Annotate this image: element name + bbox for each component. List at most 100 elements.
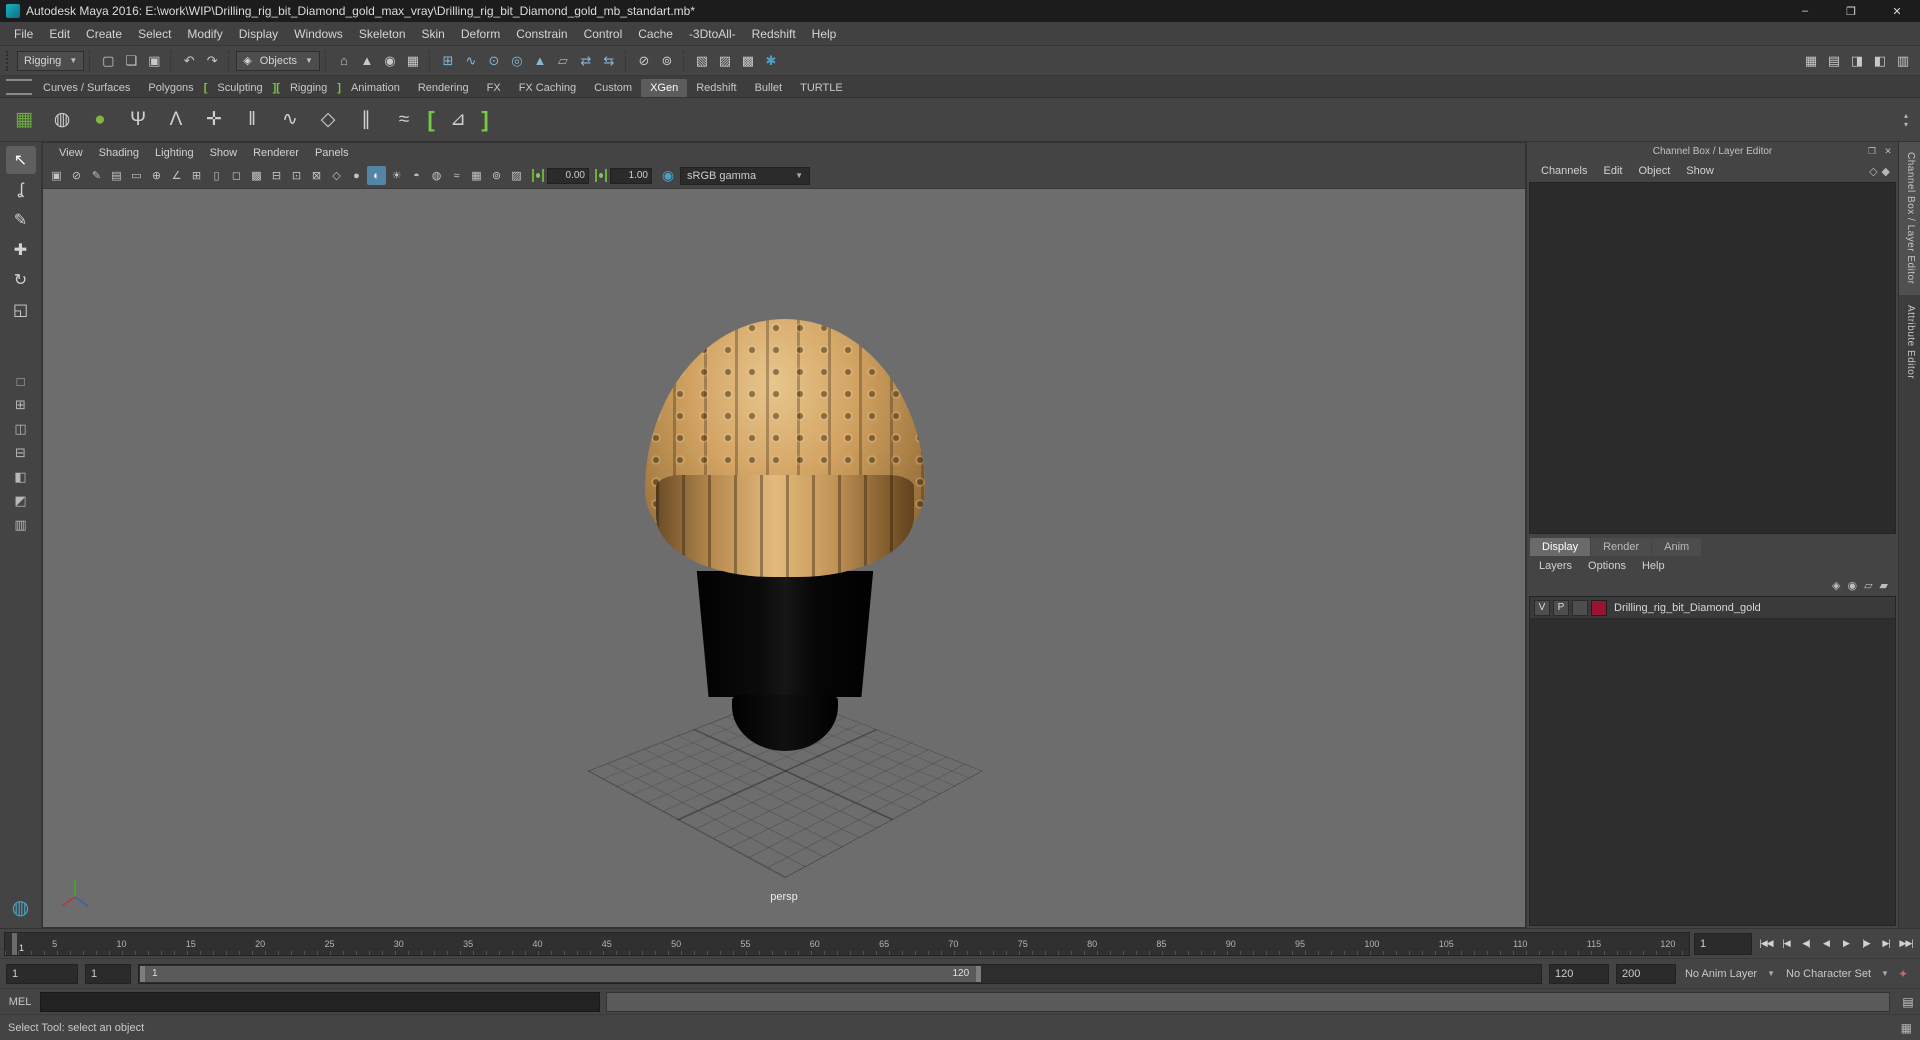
shelf-scroll-up-icon[interactable]: ▴ (1898, 111, 1914, 120)
close-button[interactable]: ✕ (1874, 0, 1920, 22)
scale-tool-icon[interactable]: ◱ (6, 296, 36, 324)
xgen-attach-description-icon[interactable]: Λ (160, 104, 192, 136)
select-object-mode-icon[interactable]: ▲ (356, 50, 378, 72)
step-back-key-button[interactable]: ◀| (1796, 934, 1816, 954)
menu-item[interactable]: Control (576, 22, 631, 46)
layer-tab-render[interactable]: Render (1591, 538, 1652, 556)
status-divider[interactable] (228, 50, 231, 71)
layout-single-pane-icon[interactable]: □ (7, 370, 35, 392)
shelf-tab-redshift[interactable]: Redshift (687, 79, 745, 97)
time-slider-track[interactable]: 5 10 15 20 25 30 35 40 45 50 55 60 65 70 75 80 85 90 95 100… (4, 931, 1690, 956)
safe-action-icon[interactable]: ⊡ (287, 166, 306, 185)
script-editor-icon[interactable]: ▤ (1896, 995, 1920, 1009)
lock-selection-icon[interactable]: ⊘ (633, 50, 655, 72)
modeling-toolkit-toggle-icon[interactable]: ▦ (1800, 50, 1822, 72)
select-hierarchy-mode-icon[interactable]: ⌂ (333, 50, 355, 72)
channel-slider-mode-icon[interactable]: ◇ (1869, 165, 1877, 178)
select-component-mode-icon[interactable]: ◉ (379, 50, 401, 72)
lasso-select-tool-icon[interactable]: ʆ (6, 176, 36, 204)
menu-item[interactable]: Windows (286, 22, 351, 46)
panel-menu-item[interactable]: Shading (91, 147, 147, 159)
layer-tab-anim[interactable]: Anim (1652, 538, 1702, 556)
side-tab-channel-box[interactable]: Channel Box / Layer Editor (1899, 142, 1920, 295)
maximize-button[interactable]: ❐ (1828, 0, 1874, 22)
current-time-indicator[interactable] (12, 932, 17, 955)
gamma-field[interactable]: 1.00 (610, 167, 652, 184)
range-slider-track[interactable]: 1 120 (138, 963, 1542, 984)
channel-box-toggle-icon[interactable]: ▥ (1892, 50, 1914, 72)
playback-range-bar[interactable]: 1 120 (140, 965, 982, 982)
shelf-scroll-down-icon[interactable]: ▾ (1898, 120, 1914, 129)
undo-icon[interactable]: ↶ (178, 50, 200, 72)
two-d-pan-zoom-icon[interactable]: ⊕ (147, 166, 166, 185)
status-divider[interactable] (624, 50, 628, 71)
xgen-sculpt-guides-icon[interactable]: ∿ (274, 104, 306, 136)
xgen-create-description-icon[interactable]: ◍ (46, 104, 78, 136)
snap-to-points-icon[interactable]: ⊙ (483, 50, 505, 72)
close-panel-icon[interactable]: ✕ (1880, 143, 1896, 159)
render-view-icon[interactable]: ▧ (691, 50, 713, 72)
rotate-tool-icon[interactable]: ↻ (6, 266, 36, 294)
occlusion-icon[interactable]: ◍ (427, 166, 446, 185)
layer-playback-toggle[interactable]: P (1553, 599, 1569, 616)
gamma-toggle-icon[interactable] (595, 169, 607, 182)
menu-item[interactable]: Skeleton (351, 22, 414, 46)
panel-menu-item[interactable]: Lighting (147, 147, 202, 159)
maya-app-icon[interactable] (6, 4, 20, 18)
shadows-icon[interactable]: ◓ (407, 166, 426, 185)
attribute-editor-toggle-icon[interactable]: ◨ (1846, 50, 1868, 72)
highlight-affected-icon[interactable]: ⊚ (656, 50, 678, 72)
channel-box-menu-item[interactable]: Edit (1595, 165, 1630, 177)
status-divider[interactable] (428, 50, 432, 71)
playback-end-field[interactable]: 120 (1548, 963, 1609, 984)
create-empty-layer-icon[interactable]: ▱ (1864, 579, 1872, 592)
status-divider[interactable] (324, 50, 328, 71)
xgen-clump-modifier-icon[interactable]: ∥ (350, 104, 382, 136)
outliner-toggle-icon[interactable]: ▤ (1823, 50, 1845, 72)
multisample-aa-icon[interactable]: ▦ (467, 166, 486, 185)
shelf-tab-polygons[interactable]: Polygons (139, 79, 202, 97)
safe-title-icon[interactable]: ⊠ (307, 166, 326, 185)
channel-box-menu-item[interactable]: Object (1630, 165, 1678, 177)
panel-menu-item[interactable]: Panels (307, 147, 357, 159)
snap-to-curves-icon[interactable]: ∿ (460, 50, 482, 72)
make-live-icon[interactable]: ▲ (529, 50, 551, 72)
menu-item[interactable]: Deform (453, 22, 508, 46)
layout-outliner-persp-icon[interactable]: ▥ (7, 514, 35, 536)
shelf-tab-fx-caching[interactable]: FX Caching (510, 79, 585, 97)
layer-visibility-toggle[interactable]: V (1534, 599, 1550, 616)
render-settings-icon[interactable]: ✱ (760, 50, 782, 72)
shelf-tab-bullet[interactable]: Bullet (746, 79, 792, 97)
menu-item[interactable]: Redshift (744, 22, 804, 46)
xgen-editor-icon[interactable]: ▦ (8, 104, 40, 136)
exposure-field[interactable]: 0.00 (547, 167, 589, 184)
layer-row[interactable]: V P Drilling_rig_bit_Diamond_gold (1530, 597, 1895, 619)
auto-keyframe-icon[interactable]: ✦ (1898, 967, 1908, 981)
snap-to-view-planes-icon[interactable]: ▱ (552, 50, 574, 72)
channel-box-menu-item[interactable]: Channels (1533, 165, 1595, 177)
shelf-tab-rigging[interactable]: Rigging (281, 79, 336, 97)
resolution-gate-icon[interactable]: ◻ (227, 166, 246, 185)
shelf-tab-fx[interactable]: FX (478, 79, 510, 97)
field-chart-icon[interactable]: ⊟ (267, 166, 286, 185)
selection-mask-selector[interactable]: ◈ Objects ▼ (236, 50, 320, 71)
camera-attributes-icon[interactable]: ✎ (87, 166, 106, 185)
menu-item[interactable]: Constrain (508, 22, 575, 46)
xgen-add-curves-icon[interactable]: Ψ (122, 104, 154, 136)
step-forward-key-button[interactable]: |▶ (1856, 934, 1876, 954)
shelf-tab-sculpting[interactable]: Sculpting (208, 79, 271, 97)
go-to-start-button[interactable]: |◀◀ (1756, 934, 1776, 954)
step-back-frame-button[interactable]: |◀ (1776, 934, 1796, 954)
shelf-tab-curves-surfaces[interactable]: Curves / Surfaces (34, 79, 139, 97)
mel-label[interactable]: MEL (0, 996, 40, 1008)
status-line-grip[interactable] (6, 50, 13, 71)
snap-to-projected-center-icon[interactable]: ◎ (506, 50, 528, 72)
tool-settings-toggle-icon[interactable]: ◧ (1869, 50, 1891, 72)
layout-two-pane-side-icon[interactable]: ◫ (7, 418, 35, 440)
xray-icon[interactable]: ▨ (507, 166, 526, 185)
menu-item[interactable]: Modify (179, 22, 230, 46)
shelf-tab-custom[interactable]: Custom (585, 79, 641, 97)
xgen-preview-sphere-icon[interactable]: ● (84, 104, 116, 136)
playback-start-field[interactable]: 1 (85, 963, 131, 984)
layers-options-icon[interactable]: ◉ (1847, 579, 1857, 592)
